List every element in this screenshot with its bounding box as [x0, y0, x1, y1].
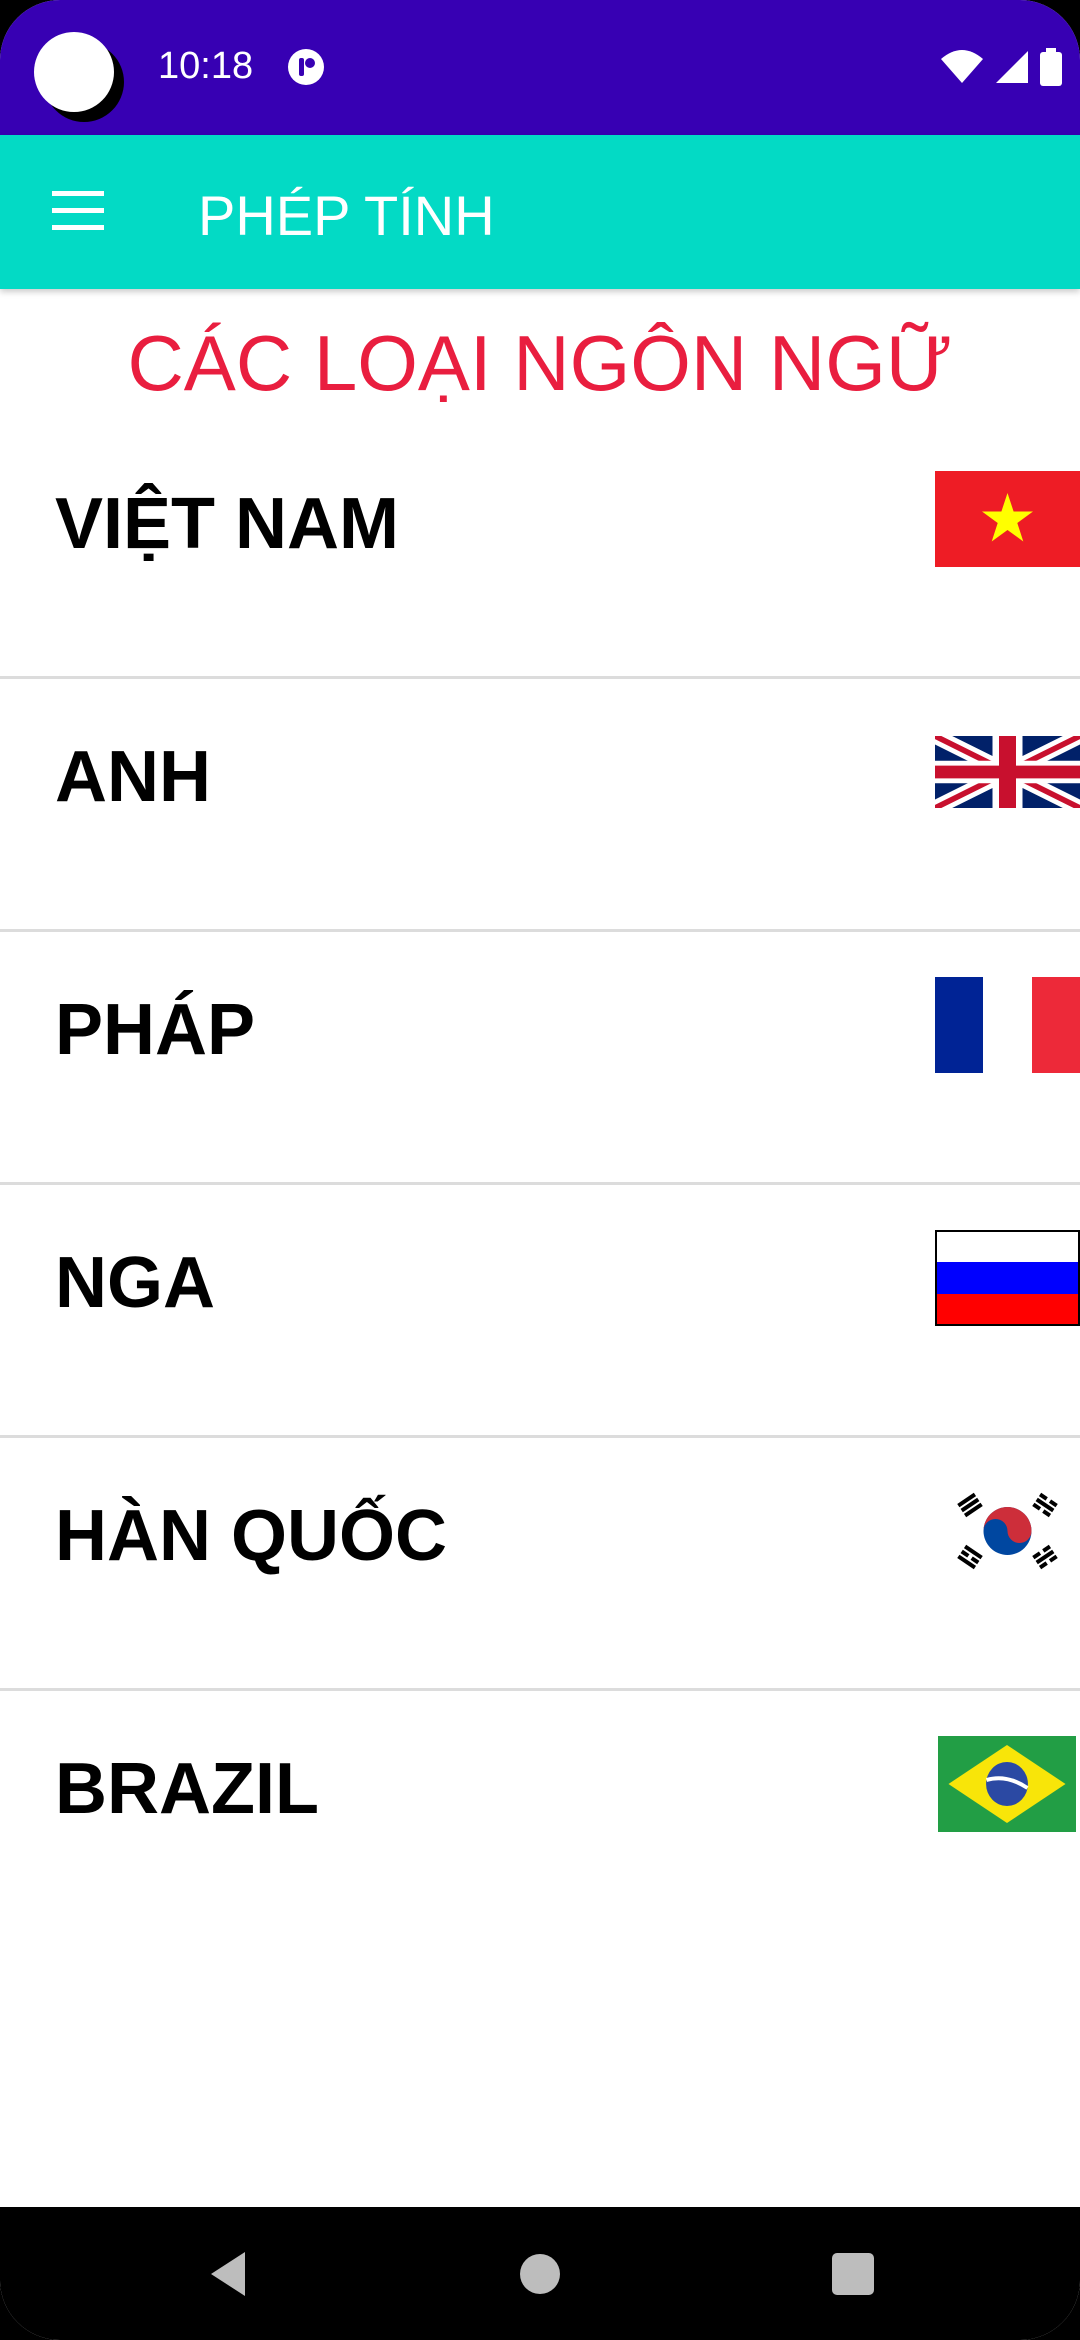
list-item-france[interactable]: PHÁP [0, 932, 1080, 1185]
battery-icon [1040, 48, 1062, 86]
list-item-vietnam[interactable]: VIỆT NAM [0, 426, 1080, 679]
list-item-label: VIỆT NAM [55, 484, 400, 564]
recents-icon[interactable] [828, 2207, 878, 2340]
navigation-bar [0, 2207, 1080, 2340]
list-item-south-korea[interactable]: HÀN QUỐC [0, 1438, 1080, 1691]
list-item-label: BRAZIL [55, 1749, 319, 1829]
phone-screen: 10:18 PHÉP TÍNH CÁC LOẠI NGÔN NGỮ VIỆT N… [0, 0, 1080, 2340]
status-time: 10:18 [158, 45, 254, 87]
list-item-label: NGA [55, 1243, 215, 1323]
list-item-label: HÀN QUỐC [55, 1496, 447, 1576]
uk-flag-icon [935, 736, 1080, 808]
signal-icon [996, 51, 1028, 83]
russia-flag-icon [935, 1230, 1080, 1326]
list-item-uk[interactable]: ANH [0, 679, 1080, 932]
app-bar-title: PHÉP TÍNH [198, 184, 495, 247]
back-icon[interactable] [205, 2207, 255, 2340]
avatar-icon [34, 32, 114, 112]
south-korea-flag-icon [935, 1483, 1080, 1579]
list-item-brazil[interactable]: BRAZIL [0, 1691, 1080, 1941]
france-flag-icon [935, 977, 1080, 1073]
hamburger-menu-icon[interactable] [52, 191, 104, 231]
home-icon[interactable] [515, 2207, 565, 2340]
vietnam-flag-icon [935, 471, 1080, 567]
app-bar: PHÉP TÍNH [0, 135, 1080, 289]
brazil-flag-icon [938, 1736, 1076, 1832]
status-icons [940, 48, 1062, 86]
page-heading: CÁC LOẠI NGÔN NGỮ [127, 319, 953, 407]
list-item-label: ANH [55, 737, 211, 817]
language-list: VIỆT NAM ANH PHÁP NGA HÀN QUỐC BRAZIL [0, 426, 1080, 1941]
list-item-russia[interactable]: NGA [0, 1185, 1080, 1438]
wifi-icon [941, 50, 983, 83]
status-bar: 10:18 [0, 0, 1080, 135]
app-notification-icon [288, 49, 324, 85]
list-item-label: PHÁP [55, 990, 256, 1070]
